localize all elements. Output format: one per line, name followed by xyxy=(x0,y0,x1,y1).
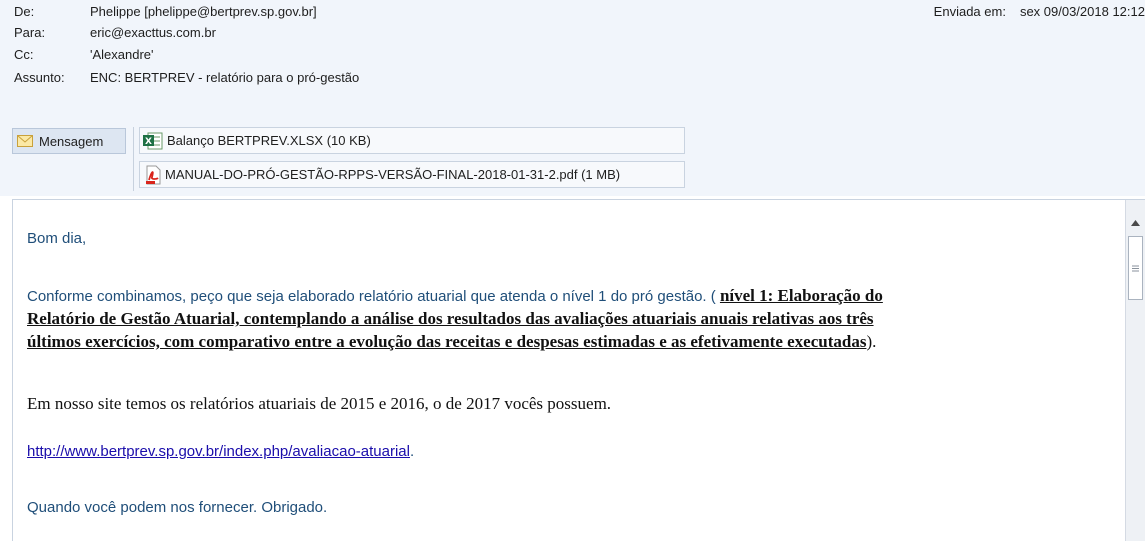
from-row: De: Phelippe [phelippe@bertprev.sp.gov.br… xyxy=(14,4,317,19)
atuarial-link[interactable]: http://www.bertprev.sp.gov.br/index.php/… xyxy=(27,443,410,460)
scrollbar-thumb[interactable] xyxy=(1128,236,1143,300)
paragraph-reports: Em nosso site temos os relatórios atuari… xyxy=(27,394,612,413)
vertical-scrollbar[interactable] xyxy=(1125,200,1145,541)
paragraph-link: http://www.bertprev.sp.gov.br/index.php/… xyxy=(27,443,414,460)
from-value[interactable]: Phelippe [phelippe@bertprev.sp.gov.br] xyxy=(90,4,317,19)
message-tab-label: Mensagem xyxy=(39,133,104,149)
attachment-xlsx[interactable]: X Balanço BERTPREV.XLSX (10 KB) xyxy=(139,127,685,154)
scroll-up-arrow-icon[interactable] xyxy=(1126,214,1145,232)
from-label: De: xyxy=(14,4,35,19)
subject-label: Assunto: xyxy=(14,70,65,85)
to-row: Para: eric@exacttus.com.br xyxy=(14,25,216,40)
link-end: . xyxy=(409,443,415,460)
cc-row: Cc: 'Alexandre' xyxy=(14,47,154,62)
sent-info: Enviada em: sex 09/03/2018 12:12 xyxy=(934,4,1145,19)
paragraph-closing: Quando você podem nos fornecer. Obrigado… xyxy=(27,499,328,516)
request-intro: Conforme combinamos, peço que seja elabo… xyxy=(27,288,720,305)
excel-file-icon: X xyxy=(143,132,163,150)
to-label: Para: xyxy=(14,25,46,40)
cc-label: Cc: xyxy=(14,47,34,62)
to-value[interactable]: eric@exacttus.com.br xyxy=(90,25,216,40)
sent-label: Enviada em: xyxy=(933,4,1006,19)
message-tab[interactable]: Mensagem xyxy=(12,128,126,154)
cc-value[interactable]: 'Alexandre' xyxy=(90,47,154,62)
attachment-pdf-name: MANUAL-DO-PRÓ-GESTÃO-RPPS-VERSÃO-FINAL-2… xyxy=(165,167,621,182)
pdf-file-icon xyxy=(143,165,163,185)
envelope-icon xyxy=(17,135,33,147)
request-bold-line-2: Relatório de Gestão Atuarial, contemplan… xyxy=(27,309,874,328)
subject-value: ENC: BERTPREV - relatório para o pró-ges… xyxy=(90,70,360,85)
svg-text:X: X xyxy=(145,137,152,147)
email-header: De: Phelippe [phelippe@bertprev.sp.gov.br… xyxy=(0,0,1145,196)
attachment-separator xyxy=(133,127,134,191)
request-bold-line-3: últimos exercícios, com comparativo entr… xyxy=(27,332,867,351)
message-body[interactable]: Bom dia, Conforme combinamos, peço que s… xyxy=(12,199,1145,541)
request-end: ). xyxy=(866,332,877,351)
request-bold-line-1: nível 1: Elaboração do xyxy=(719,286,883,305)
paragraph-request: Conforme combinamos, peço que seja elabo… xyxy=(27,285,883,354)
attachment-pdf[interactable]: MANUAL-DO-PRÓ-GESTÃO-RPPS-VERSÃO-FINAL-2… xyxy=(139,161,685,188)
greeting: Bom dia, xyxy=(27,230,87,247)
subject-row: Assunto: ENC: BERTPREV - relatório para o… xyxy=(14,70,359,85)
attachment-xlsx-name: Balanço BERTPREV.XLSX (10 KB) xyxy=(167,133,371,148)
sent-value: sex 09/03/2018 12:12 xyxy=(1019,4,1145,19)
